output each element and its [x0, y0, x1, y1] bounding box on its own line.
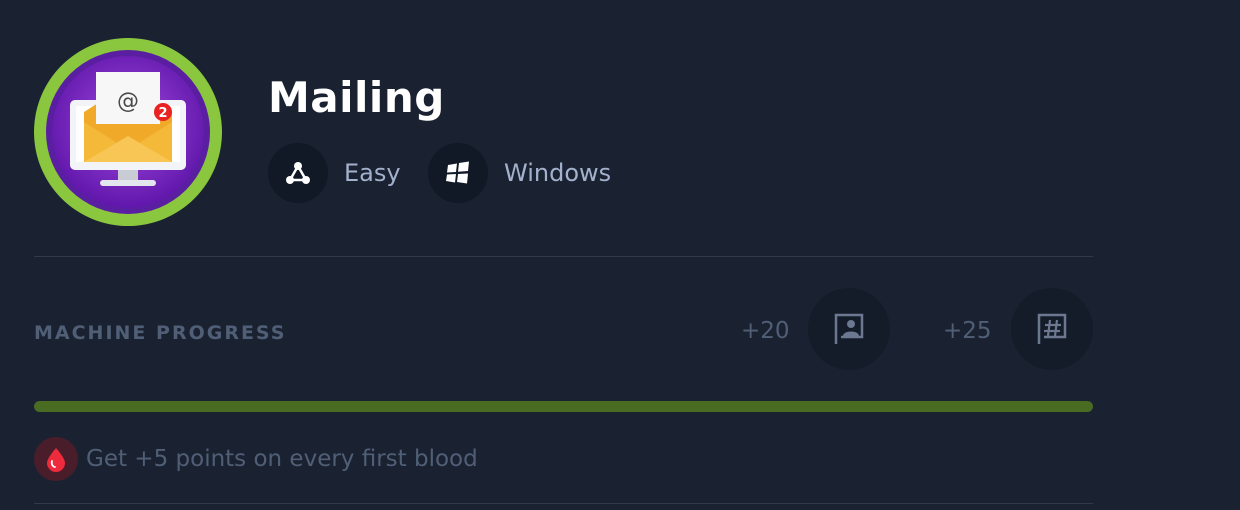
root-flag-icon [1037, 313, 1067, 344]
first-blood-text: Get +5 points on every first blood [86, 446, 478, 472]
machine-avatar: @ 2 [34, 38, 222, 226]
avatar-notification-badge: 2 [158, 106, 167, 121]
machine-progress-label: MACHINE PROGRESS [34, 322, 287, 344]
os-tag: Windows [428, 143, 611, 203]
os-label: Windows [504, 159, 612, 187]
user-flag-points: +20 [741, 318, 790, 344]
user-flag-button[interactable] [808, 288, 890, 370]
windows-icon [428, 143, 488, 203]
machine-title: Mailing [268, 73, 445, 122]
difficulty-tag: Easy [268, 143, 401, 203]
root-flag-points: +25 [943, 318, 992, 344]
machine-progress-fill [34, 401, 1093, 412]
blood-drop-icon [34, 437, 78, 481]
difficulty-icon [268, 143, 328, 203]
difficulty-label: Easy [344, 159, 401, 187]
section-divider-bottom [34, 503, 1093, 504]
machine-progress-bar [34, 401, 1093, 412]
root-flag-button[interactable] [1011, 288, 1093, 370]
section-divider-top [34, 256, 1093, 257]
user-flag-icon [834, 313, 864, 344]
avatar-at-symbol: @ [117, 89, 139, 114]
